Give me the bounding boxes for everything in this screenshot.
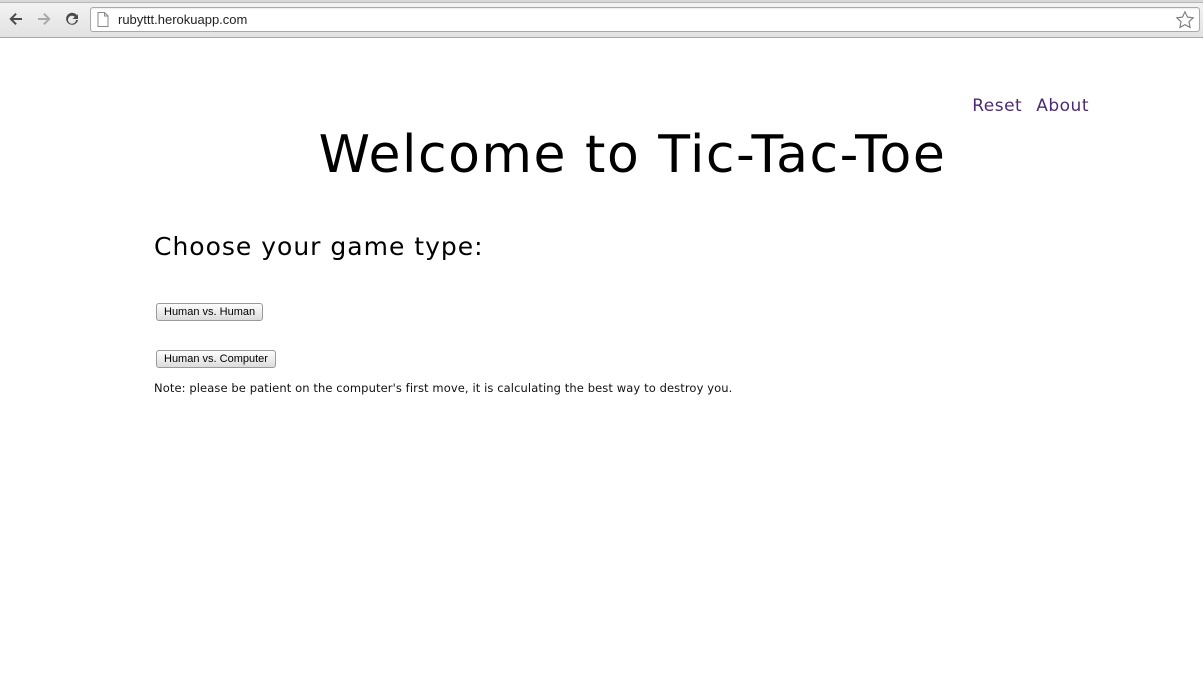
- human-vs-human-button[interactable]: Human vs. Human: [156, 303, 264, 321]
- reload-button[interactable]: [61, 8, 83, 30]
- reload-icon: [66, 12, 78, 25]
- back-arrow-icon: [9, 13, 22, 25]
- star-icon: [1175, 10, 1195, 29]
- bookmark-star-button[interactable]: [1175, 10, 1195, 34]
- page-content: Reset About Welcome to Tic-Tac-Toe Choos…: [0, 39, 1203, 683]
- top-nav: Reset About: [972, 96, 1089, 116]
- human-vs-computer-button[interactable]: Human vs. Computer: [156, 350, 276, 368]
- url-text[interactable]: rubyttt.herokuapp.com: [118, 12, 247, 28]
- game-type-heading: Choose your game type:: [154, 232, 484, 261]
- page-icon: [97, 12, 109, 31]
- forward-arrow-icon: [38, 13, 51, 25]
- page-title: Welcome to Tic-Tac-Toe: [318, 125, 947, 185]
- browser-toolbar: rubyttt.herokuapp.com: [0, 0, 1203, 38]
- about-link[interactable]: About: [1036, 96, 1089, 116]
- back-button[interactable]: [5, 8, 27, 30]
- address-bar[interactable]: rubyttt.herokuapp.com: [90, 7, 1200, 32]
- tab-strip: [0, 0, 1203, 3]
- forward-button[interactable]: [33, 8, 55, 30]
- reset-link[interactable]: Reset: [972, 96, 1022, 116]
- computer-note: Note: please be patient on the computer'…: [154, 381, 733, 395]
